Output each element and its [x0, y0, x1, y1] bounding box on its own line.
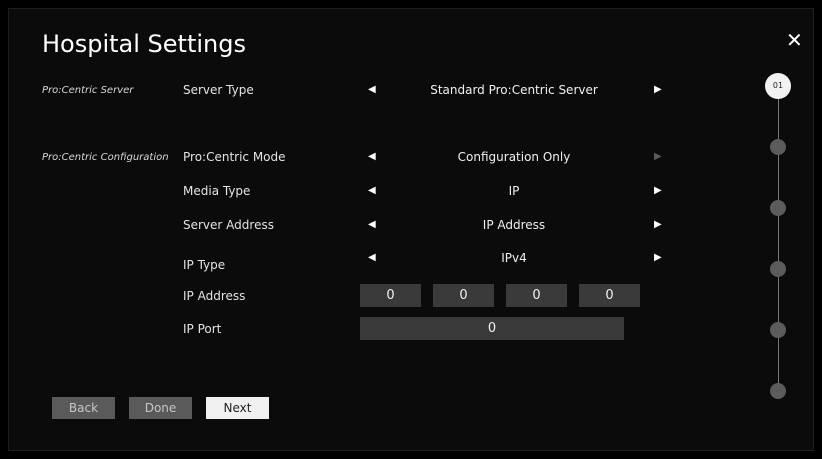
page-title: Hospital Settings — [42, 30, 246, 58]
ip-octet-4-input[interactable]: 0 — [579, 284, 640, 307]
ip-type-next-arrow-icon[interactable]: ▶ — [654, 252, 662, 264]
server-type-next-arrow-icon[interactable]: ▶ — [654, 84, 662, 96]
stepper-step-5 — [770, 322, 786, 338]
procentric-mode-label: Pro:Centric Mode — [183, 150, 286, 164]
ip-type-label: IP Type — [183, 258, 226, 272]
media-type-label: Media Type — [183, 184, 251, 198]
ip-port-input[interactable]: 0 — [360, 317, 624, 340]
ip-octet-1-input[interactable]: 0 — [360, 284, 421, 307]
done-button[interactable]: Done — [129, 397, 192, 419]
server-type-label: Server Type — [183, 83, 254, 97]
stepper-step-current: 01 — [765, 73, 791, 99]
section-label-configuration: Pro:Centric Configuration — [42, 152, 169, 163]
server-address-value: IP Address — [482, 218, 546, 232]
server-type-prev-arrow-icon[interactable]: ◀ — [368, 84, 376, 96]
procentric-mode-prev-arrow-icon[interactable]: ◀ — [368, 151, 376, 163]
ip-address-label: IP Address — [183, 289, 246, 303]
media-type-value: IP — [508, 184, 520, 198]
server-address-next-arrow-icon[interactable]: ▶ — [654, 219, 662, 231]
stepper-step-3 — [770, 200, 786, 216]
settings-panel — [8, 8, 814, 451]
close-icon[interactable]: ✕ — [786, 30, 803, 50]
stepper-step-6 — [770, 383, 786, 399]
stepper-step-4 — [770, 261, 786, 277]
ip-type-prev-arrow-icon[interactable]: ◀ — [368, 252, 376, 264]
server-address-prev-arrow-icon[interactable]: ◀ — [368, 219, 376, 231]
server-address-label: Server Address — [183, 218, 274, 232]
section-label-server: Pro:Centric Server — [42, 85, 134, 96]
ip-octet-3-input[interactable]: 0 — [506, 284, 567, 307]
ip-octet-2-input[interactable]: 0 — [433, 284, 494, 307]
next-button[interactable]: Next — [206, 397, 269, 419]
stepper-step-2 — [770, 139, 786, 155]
ip-port-label: IP Port — [183, 322, 222, 336]
back-button[interactable]: Back — [52, 397, 115, 419]
server-type-value: Standard Pro:Centric Server — [430, 83, 598, 97]
stepper-line — [778, 86, 779, 390]
media-type-prev-arrow-icon[interactable]: ◀ — [368, 185, 376, 197]
procentric-mode-next-arrow-icon: ▶ — [654, 151, 662, 162]
ip-type-value: IPv4 — [501, 251, 527, 265]
media-type-next-arrow-icon[interactable]: ▶ — [654, 185, 662, 197]
procentric-mode-value: Configuration Only — [457, 150, 571, 164]
